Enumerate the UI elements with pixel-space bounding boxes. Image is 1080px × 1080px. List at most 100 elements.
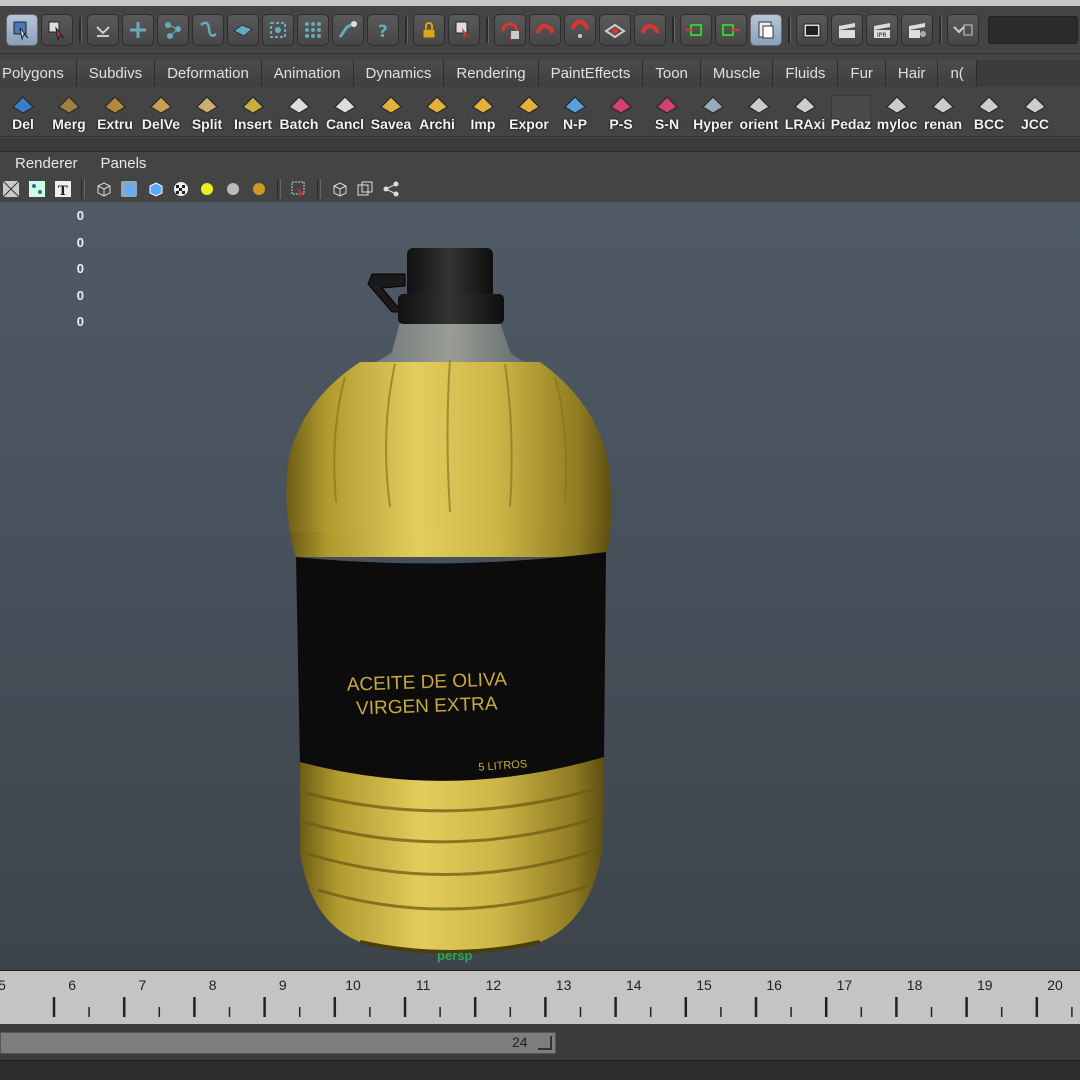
shelf-button-label: myloc [876, 116, 918, 132]
svg-text:?: ? [378, 22, 388, 41]
construction-history-icon[interactable] [750, 13, 782, 46]
bottle-upper-body [290, 532, 610, 557]
shelf-tab-muscle[interactable]: Muscle [700, 60, 774, 87]
shelf-tab-fur[interactable]: Fur [838, 60, 886, 87]
render-settings-icon[interactable] [901, 13, 933, 46]
panel-menu-renderer[interactable]: Renderer [0, 152, 86, 176]
snap-surface-icon[interactable] [332, 13, 364, 46]
backface-cube-icon[interactable] [328, 178, 350, 200]
shelf-button-cancl[interactable]: Cancl [322, 91, 368, 135]
shelf-tool-icon [238, 93, 268, 115]
shelf-button-extru[interactable]: Extru [92, 91, 138, 135]
shelf-button-bcc[interactable]: BCC [966, 91, 1012, 135]
texture-display-icon[interactable] [170, 178, 192, 200]
shelf-tool-icon [882, 93, 912, 115]
toolbar-separator [483, 15, 491, 45]
xray-mode-icon[interactable] [354, 178, 376, 200]
shelf-tab-painteffects[interactable]: PaintEffects [538, 60, 644, 87]
hierarchy-select-icon[interactable] [122, 13, 154, 46]
panel-toolbar: T [0, 176, 1080, 202]
shelf-button-label: Extru [97, 116, 133, 132]
shadows-icon[interactable] [248, 178, 270, 200]
shelf-button-pedaz[interactable]: Pedaz [828, 91, 874, 135]
history-icon[interactable] [494, 13, 526, 46]
shelf-tab-rendering[interactable]: Rendering [444, 60, 539, 87]
shelf-button-n-p[interactable]: N-P [552, 91, 598, 135]
collapse-icon[interactable] [87, 13, 119, 46]
magnet-curve-icon[interactable] [529, 13, 561, 46]
snap-grid-icon[interactable] [227, 13, 259, 46]
time-tick-label: 17 [836, 977, 853, 993]
isolate-icon[interactable] [26, 178, 48, 200]
time-slider[interactable]: 5 6 7 8 9 10 11 12 13 14 15 16 17 18 19 20 [0, 970, 1080, 1024]
shelf-button-label: Savea [370, 116, 412, 132]
command-line[interactable] [0, 1060, 1080, 1080]
xray-select-icon[interactable] [288, 178, 310, 200]
ipr-render-icon[interactable]: IPR [866, 13, 898, 46]
select-highlight-icon[interactable] [448, 13, 480, 46]
snap-plane-icon[interactable] [599, 13, 631, 46]
snap-curve-icon[interactable] [262, 13, 294, 46]
shelf-button-del[interactable]: Del [0, 91, 46, 135]
shelf-button-archi[interactable]: Archi [414, 91, 460, 135]
lock-icon[interactable] [413, 13, 445, 46]
shelf-tab-animation[interactable]: Animation [261, 60, 354, 87]
shelf-tab-dynamics[interactable]: Dynamics [353, 60, 445, 87]
shelf-tab-deformation[interactable]: Deformation [155, 60, 262, 87]
input-connections-icon[interactable] [680, 13, 712, 46]
toolbar-separator [402, 15, 410, 45]
magnet-point-icon[interactable] [564, 13, 596, 46]
shelf-button-hyper[interactable]: Hyper [690, 91, 736, 135]
svg-text:T: T [58, 184, 68, 198]
shelf-button-insert[interactable]: Insert [230, 91, 276, 135]
shelf-button-s-n[interactable]: S-N [644, 91, 690, 135]
help-icon[interactable]: ? [367, 13, 399, 46]
shelf-tab-polygons[interactable]: Polygons [0, 60, 77, 87]
shelf-button-lraxi[interactable]: LRAxi [782, 91, 828, 135]
shelf-button-batch[interactable]: Batch [276, 91, 322, 135]
shelf-tab-fluids[interactable]: Fluids [773, 60, 839, 87]
wireframe-grid-icon[interactable] [0, 178, 22, 200]
shelf-tab-toon[interactable]: Toon [643, 60, 701, 87]
text-display-icon[interactable]: T [52, 178, 74, 200]
perspective-viewport[interactable]: 00000 ACEITE DE OLIVA VIRGEN EXTRA 5 LIT… [0, 202, 1080, 970]
range-slider[interactable]: 24 [0, 1024, 1080, 1060]
shelf-tab-hair[interactable]: Hair [885, 60, 939, 87]
shelf-button-p-s[interactable]: P-S [598, 91, 644, 135]
shelf-tab-subdivs[interactable]: Subdivs [76, 60, 156, 87]
olive-oil-bottle-model[interactable]: ACEITE DE OLIVA VIRGEN EXTRA 5 LITROS [0, 202, 1080, 970]
shelf-button-orient[interactable]: orient [736, 91, 782, 135]
panel-menu-panels[interactable]: Panels [86, 152, 155, 176]
range-slider-bar[interactable] [0, 1032, 556, 1054]
output-connections-icon[interactable] [715, 13, 747, 46]
magnet-live-icon[interactable] [634, 13, 666, 46]
range-resize-handle-icon[interactable] [538, 1036, 552, 1050]
default-light-icon[interactable] [196, 178, 218, 200]
shelf-tool-icon [54, 93, 84, 115]
share-node-icon[interactable] [380, 178, 402, 200]
shelf-button-split[interactable]: Split [184, 91, 230, 135]
input-mode-icon[interactable] [947, 13, 979, 46]
shelf-button-imp[interactable]: Imp [460, 91, 506, 135]
quick-selection-field[interactable] [988, 15, 1078, 44]
lasso-select-icon[interactable] [41, 13, 73, 46]
shelf-button-expor[interactable]: Expor [506, 91, 552, 135]
snap-point-icon[interactable] [297, 13, 329, 46]
shelf-tab-n-[interactable]: n( [938, 60, 977, 87]
shelf-button-jcc[interactable]: JCC [1012, 91, 1058, 135]
wireframe-cube-icon[interactable] [92, 178, 114, 200]
object-select-icon[interactable] [157, 13, 189, 46]
shelf-button-myloc[interactable]: myloc [874, 91, 920, 135]
select-tool-icon[interactable] [6, 13, 38, 46]
component-select-icon[interactable] [192, 13, 224, 46]
shelf-button-label: Imp [470, 116, 496, 132]
shelf-button-merg[interactable]: Merg [46, 91, 92, 135]
render-view-icon[interactable] [796, 13, 828, 46]
shelf-button-renan[interactable]: renan [920, 91, 966, 135]
shelf-button-savea[interactable]: Savea [368, 91, 414, 135]
shelf-button-delve[interactable]: DelVe [138, 91, 184, 135]
all-lights-icon[interactable] [222, 178, 244, 200]
render-current-icon[interactable] [831, 13, 863, 46]
smooth-shade-icon[interactable] [118, 178, 140, 200]
flat-shade-icon[interactable] [144, 178, 166, 200]
